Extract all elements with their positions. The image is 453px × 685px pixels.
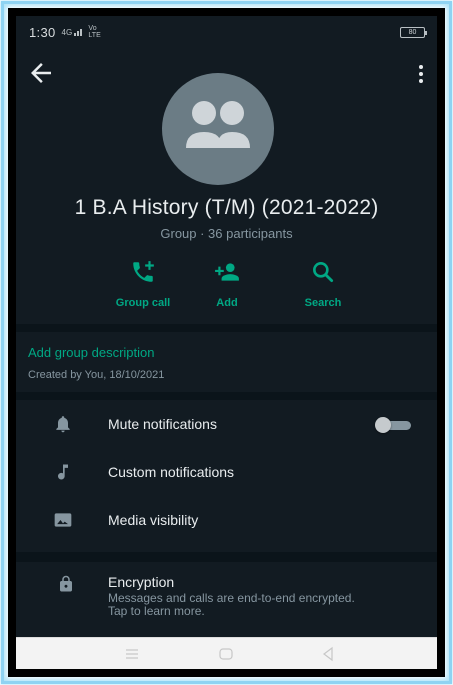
mute-notifications-label: Mute notifications: [108, 416, 217, 432]
settings-section: Mute notifications Custom notifications …: [16, 400, 437, 552]
status-time: 1:30: [29, 24, 56, 40]
phone-screen: 1:30 4G Vo LTE 80 1 B.A History (T/M) (2…: [16, 16, 437, 669]
back-button[interactable]: [26, 58, 56, 88]
group-call-button[interactable]: Group call: [98, 259, 188, 309]
status-bar: 1:30 4G Vo LTE 80: [16, 16, 437, 48]
toggle-knob: [375, 417, 391, 433]
home-icon[interactable]: [218, 646, 234, 662]
created-info: Created by You, 18/10/2021: [28, 369, 165, 381]
arrow-left-icon: [31, 63, 51, 83]
battery-level: 80: [408, 29, 417, 36]
group-header: 1 B.A History (T/M) (2021-2022) Group · …: [16, 48, 437, 324]
bell-icon: [56, 416, 70, 433]
group-name: 1 B.A History (T/M) (2021-2022): [74, 196, 379, 219]
add-participant-button[interactable]: Add: [182, 259, 272, 309]
add-label: Add: [216, 297, 238, 309]
signal-label: 4G: [61, 28, 73, 37]
menu-icon[interactable]: [124, 646, 140, 662]
menu-dot: [419, 72, 423, 76]
search-button[interactable]: Search: [278, 259, 368, 309]
custom-notifications-label: Custom notifications: [108, 464, 235, 480]
group-participants: Group · 36 participants: [160, 226, 293, 241]
mute-notifications-row[interactable]: Mute notifications: [16, 400, 437, 448]
section-divider: [16, 324, 437, 332]
section-divider: [16, 392, 437, 400]
signal-icon: 4G: [62, 27, 85, 37]
lte-icon: Vo LTE: [88, 25, 101, 39]
group-call-icon: [133, 261, 154, 282]
media-visibility-label: Media visibility: [108, 512, 199, 528]
encryption-row[interactable]: Encryption Messages and calls are end-to…: [16, 562, 437, 634]
back-triangle-icon[interactable]: [320, 646, 336, 662]
group-call-label: Group call: [115, 297, 171, 309]
add-description-link[interactable]: Add group description: [28, 345, 154, 360]
lock-icon: [60, 575, 72, 592]
group-icon: [186, 101, 250, 148]
menu-dot: [419, 79, 423, 83]
custom-notifications-row[interactable]: Custom notifications: [16, 448, 437, 496]
more-options-button[interactable]: [409, 60, 433, 88]
image-icon: [54, 513, 72, 527]
search-icon: [313, 262, 334, 283]
media-visibility-row[interactable]: Media visibility: [16, 496, 437, 544]
battery-icon: 80: [400, 27, 427, 38]
description-section[interactable]: Add group description Created by You, 18…: [16, 332, 437, 392]
menu-dot: [419, 65, 423, 69]
mute-toggle[interactable]: [375, 417, 411, 433]
add-person-icon: [215, 263, 239, 281]
search-label: Search: [304, 297, 342, 309]
section-divider: [16, 552, 437, 562]
group-actions: Group call Add Search: [16, 259, 437, 319]
encryption-description: Messages and calls are end-to-end encryp…: [108, 591, 355, 618]
music-note-icon: [58, 464, 68, 480]
system-nav-bar: [16, 637, 437, 669]
encryption-title: Encryption: [108, 574, 175, 590]
group-avatar[interactable]: [162, 73, 274, 185]
